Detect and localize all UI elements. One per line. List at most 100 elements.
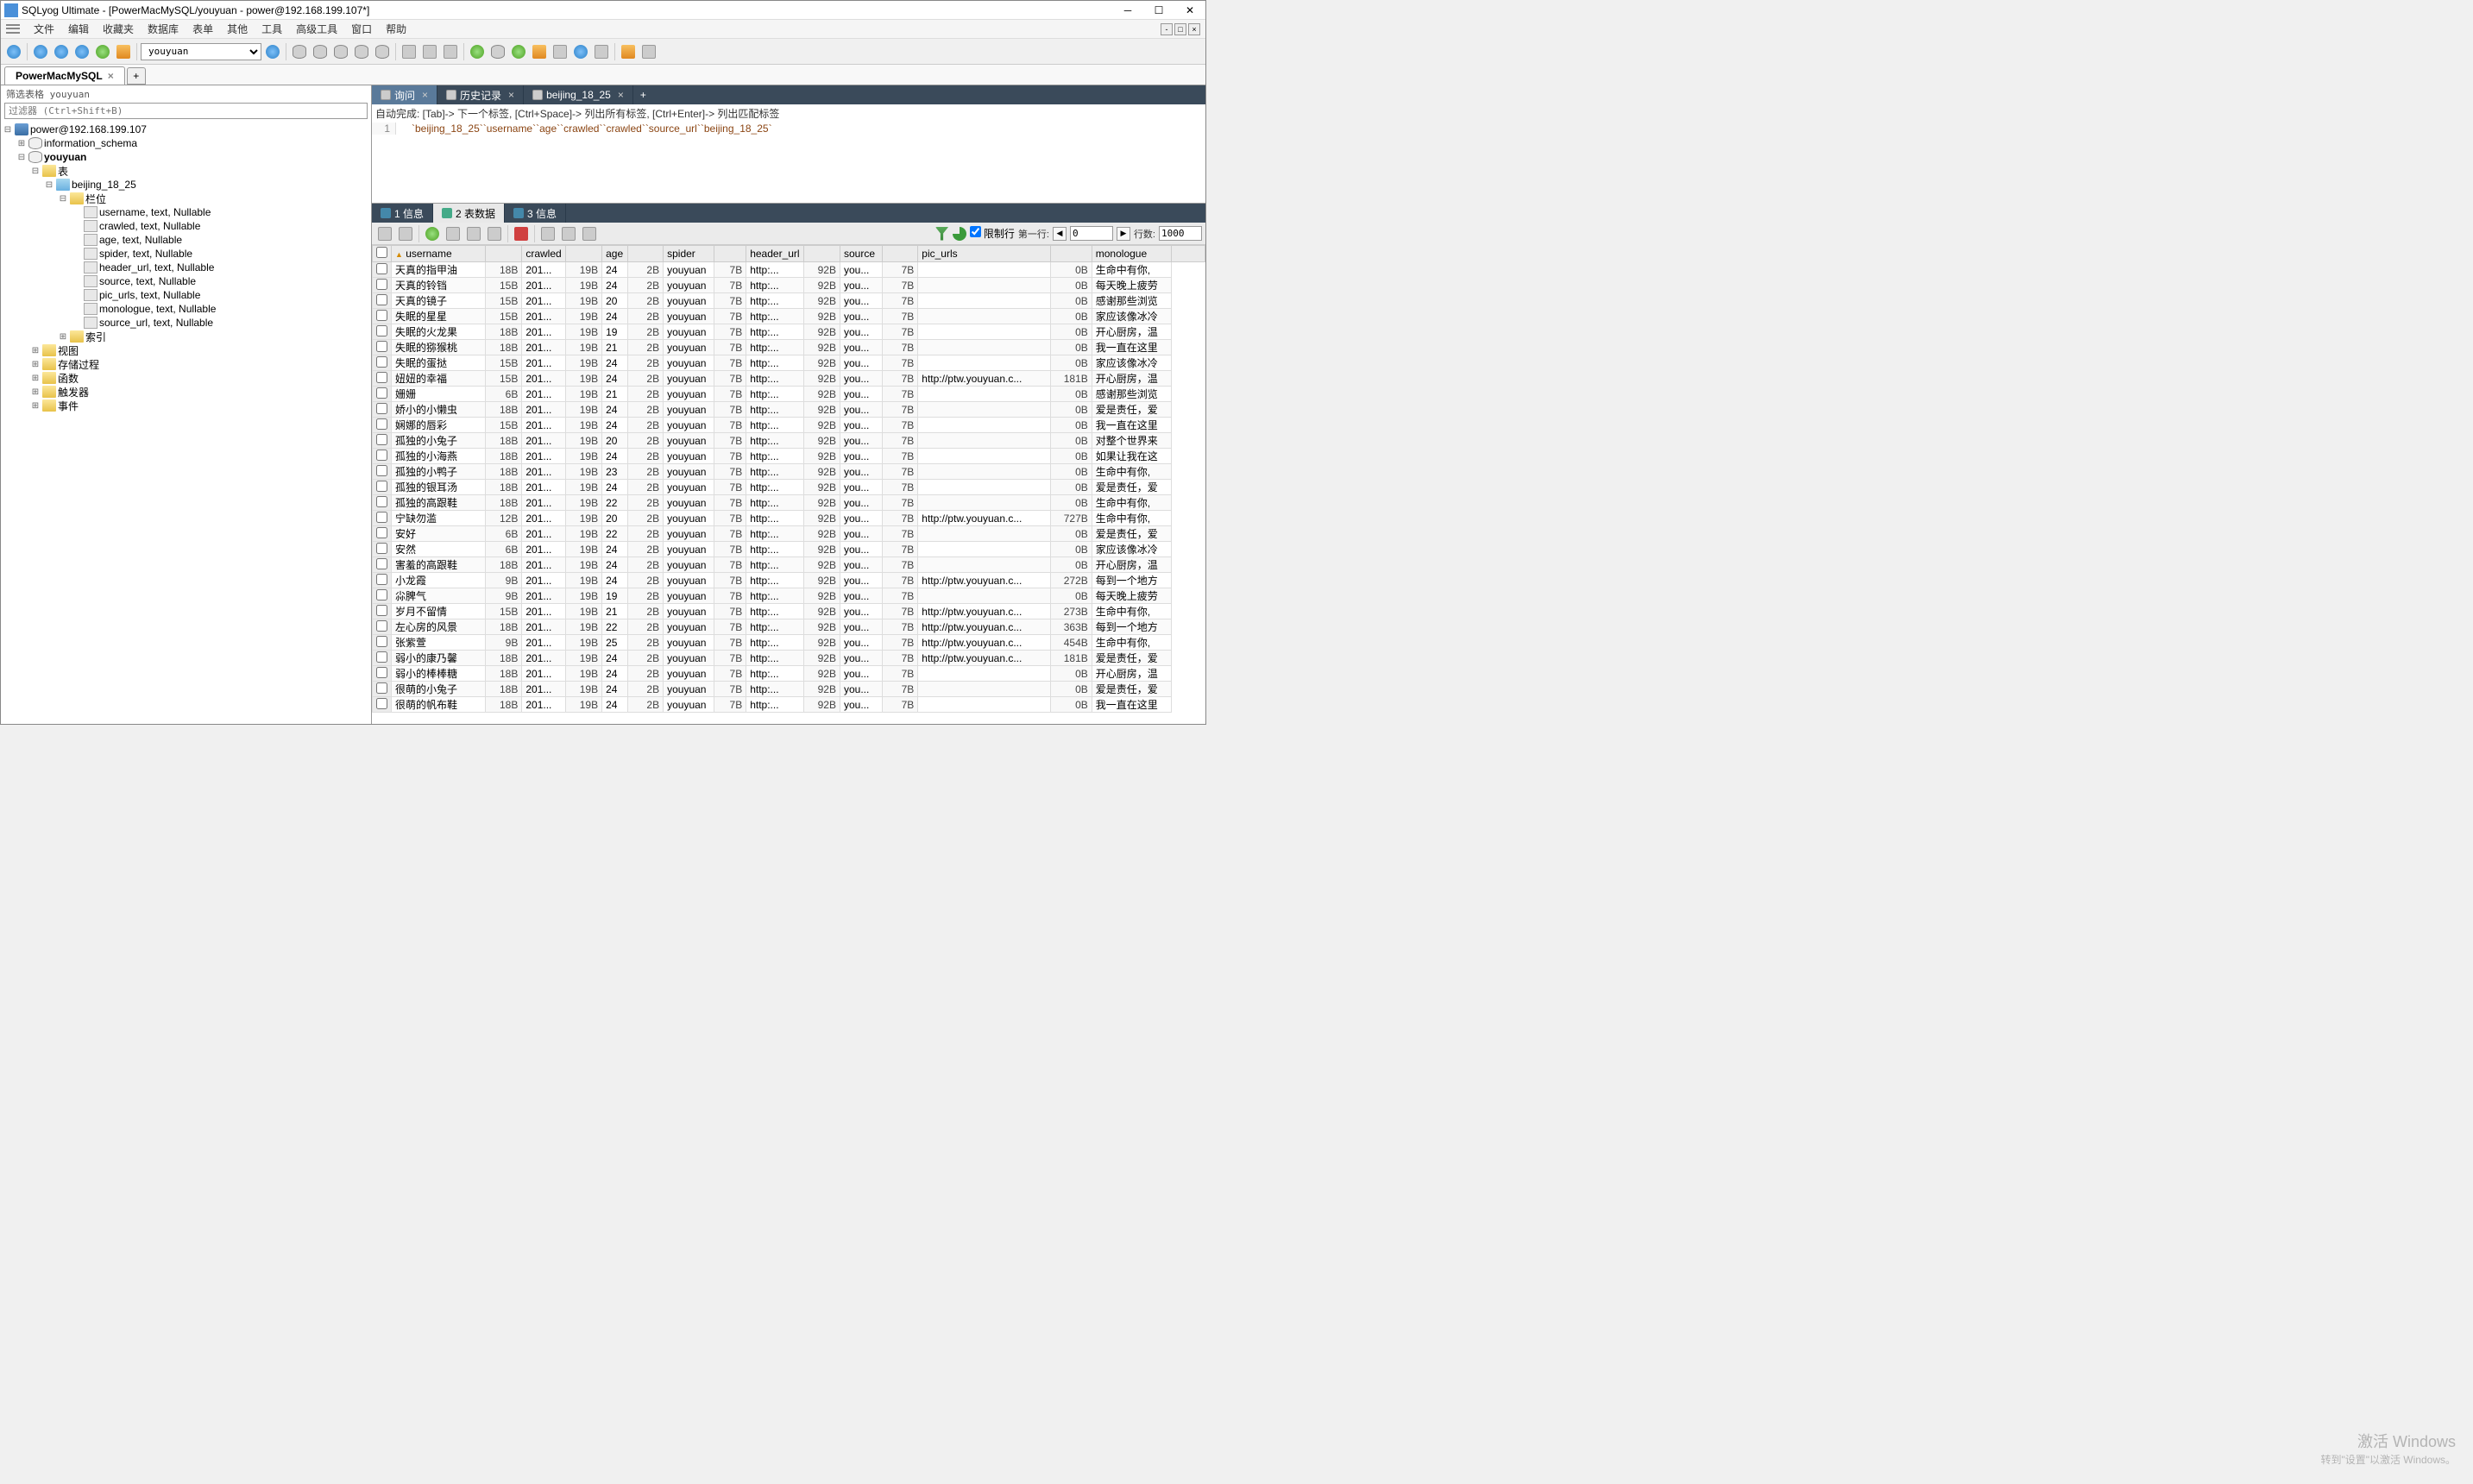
- cell[interactable]: [918, 464, 1051, 480]
- cell[interactable]: 22: [602, 526, 628, 542]
- cell[interactable]: 很萌的小兔子: [392, 682, 486, 697]
- table-row[interactable]: 孤独的银耳汤18B 201...19B 242B youyuan7B http:…: [373, 480, 1205, 495]
- cell[interactable]: 开心厨房，温: [1092, 371, 1172, 387]
- table-row[interactable]: 尛脾气9B 201...19B 192B youyuan7B http:...9…: [373, 588, 1205, 604]
- close-button[interactable]: ✕: [1178, 3, 1202, 18]
- cell[interactable]: 每天晚上疲劳: [1092, 588, 1172, 604]
- menu-toggle-icon[interactable]: [6, 23, 20, 35]
- cell[interactable]: 孤独的银耳汤: [392, 480, 486, 495]
- menu-item[interactable]: 数据库: [141, 20, 186, 38]
- cell[interactable]: 24: [602, 666, 628, 682]
- cell[interactable]: http:...: [746, 666, 803, 682]
- cell[interactable]: you...: [840, 433, 882, 449]
- cell[interactable]: 201...: [522, 495, 565, 511]
- tree-node[interactable]: spider, text, Nullable: [3, 247, 369, 261]
- tree-node[interactable]: username, text, Nullable: [3, 205, 369, 219]
- cell[interactable]: you...: [840, 511, 882, 526]
- cell[interactable]: you...: [840, 324, 882, 340]
- cell[interactable]: you...: [840, 495, 882, 511]
- row-checkbox[interactable]: [373, 371, 392, 387]
- cell[interactable]: youyuan: [664, 418, 714, 433]
- cell[interactable]: 201...: [522, 340, 565, 355]
- new-connection-icon[interactable]: [4, 42, 23, 61]
- table-row[interactable]: 小龙霞9B 201...19B 242B youyuan7B http:...9…: [373, 573, 1205, 588]
- cell[interactable]: [918, 387, 1051, 402]
- menu-item[interactable]: 其他: [220, 20, 255, 38]
- cell[interactable]: http:...: [746, 495, 803, 511]
- tb-run2-icon[interactable]: [52, 42, 71, 61]
- cell[interactable]: 21: [602, 387, 628, 402]
- view1-icon[interactable]: [538, 224, 557, 243]
- cell[interactable]: youyuan: [664, 387, 714, 402]
- table-row[interactable]: 害羞的高跟鞋18B 201...19B 242B youyuan7B http:…: [373, 557, 1205, 573]
- cell[interactable]: youyuan: [664, 262, 714, 278]
- cell[interactable]: youyuan: [664, 526, 714, 542]
- tb-db1-icon[interactable]: [290, 42, 309, 61]
- cell[interactable]: 201...: [522, 635, 565, 651]
- cell[interactable]: 小龙霞: [392, 573, 486, 588]
- result-tab[interactable]: 2 表数据: [433, 204, 505, 223]
- cell[interactable]: 201...: [522, 604, 565, 619]
- tb-run-icon[interactable]: [31, 42, 50, 61]
- grid-view-icon[interactable]: [375, 224, 394, 243]
- table-row[interactable]: 孤独的小兔子18B 201...19B 202B youyuan7B http:…: [373, 433, 1205, 449]
- cell[interactable]: 201...: [522, 418, 565, 433]
- table-row[interactable]: 娇小的小懒虫18B 201...19B 242B youyuan7B http:…: [373, 402, 1205, 418]
- tree-node[interactable]: ⊟youyuan: [3, 150, 369, 164]
- filter-input[interactable]: [4, 103, 368, 119]
- cell[interactable]: youyuan: [664, 449, 714, 464]
- menu-item[interactable]: 窗口: [344, 20, 379, 38]
- cell[interactable]: 24: [602, 418, 628, 433]
- cell[interactable]: youyuan: [664, 464, 714, 480]
- cell[interactable]: 24: [602, 355, 628, 371]
- tb-refresh-icon[interactable]: [263, 42, 282, 61]
- row-checkbox[interactable]: [373, 464, 392, 480]
- table-row[interactable]: 左心房的风景18B 201...19B 222B youyuan7B http:…: [373, 619, 1205, 635]
- tree-node[interactable]: ⊟power@192.168.199.107: [3, 123, 369, 136]
- table-row[interactable]: 弱小的康乃馨18B 201...19B 242B youyuan7B http:…: [373, 651, 1205, 666]
- next-page-icon[interactable]: ▶: [1117, 227, 1130, 241]
- cell[interactable]: 201...: [522, 542, 565, 557]
- row-checkbox[interactable]: [373, 542, 392, 557]
- tb-grid3-icon[interactable]: [441, 42, 460, 61]
- menu-item[interactable]: 文件: [27, 20, 61, 38]
- cell[interactable]: 孤独的小海燕: [392, 449, 486, 464]
- row-checkbox[interactable]: [373, 604, 392, 619]
- cell[interactable]: http:...: [746, 340, 803, 355]
- cell[interactable]: youyuan: [664, 542, 714, 557]
- row-checkbox[interactable]: [373, 666, 392, 682]
- tb-tool7-icon[interactable]: [592, 42, 611, 61]
- cell[interactable]: 天真的镜子: [392, 293, 486, 309]
- tb-tool8-icon[interactable]: [619, 42, 638, 61]
- tb-tool6-icon[interactable]: [571, 42, 590, 61]
- tree-toggle-icon[interactable]: ⊟: [3, 125, 13, 135]
- cell[interactable]: youyuan: [664, 355, 714, 371]
- cell[interactable]: 每到一个地方: [1092, 573, 1172, 588]
- table-row[interactable]: 天真的指甲油18B 201...19B 242B youyuan7B http:…: [373, 262, 1205, 278]
- cell[interactable]: http:...: [746, 480, 803, 495]
- column-header[interactable]: age: [602, 246, 628, 262]
- cell[interactable]: http:...: [746, 464, 803, 480]
- cell[interactable]: [918, 278, 1051, 293]
- tree-toggle-icon[interactable]: ⊞: [16, 139, 27, 148]
- cell[interactable]: 失眠的星星: [392, 309, 486, 324]
- cell[interactable]: you...: [840, 262, 882, 278]
- cell[interactable]: [918, 293, 1051, 309]
- cell[interactable]: 我一直在这里: [1092, 697, 1172, 713]
- query-code[interactable]: `beijing_18_25``username``age``crawled``…: [396, 123, 772, 135]
- cell[interactable]: 每到一个地方: [1092, 619, 1172, 635]
- cell[interactable]: 我一直在这里: [1092, 340, 1172, 355]
- cell[interactable]: you...: [840, 526, 882, 542]
- cell[interactable]: http:...: [746, 526, 803, 542]
- tree-node[interactable]: source_url, text, Nullable: [3, 316, 369, 330]
- tb-db2-icon[interactable]: [311, 42, 330, 61]
- cell[interactable]: http:...: [746, 697, 803, 713]
- cell[interactable]: 失眠的蛋挞: [392, 355, 486, 371]
- cell[interactable]: [918, 324, 1051, 340]
- cell[interactable]: http:...: [746, 371, 803, 387]
- table-row[interactable]: 失眠的火龙果18B 201...19B 192B youyuan7B http:…: [373, 324, 1205, 340]
- tree-node[interactable]: ⊟beijing_18_25: [3, 178, 369, 192]
- cell[interactable]: you...: [840, 573, 882, 588]
- row-checkbox[interactable]: [373, 557, 392, 573]
- cell[interactable]: http://ptw.youyuan.c...: [918, 511, 1051, 526]
